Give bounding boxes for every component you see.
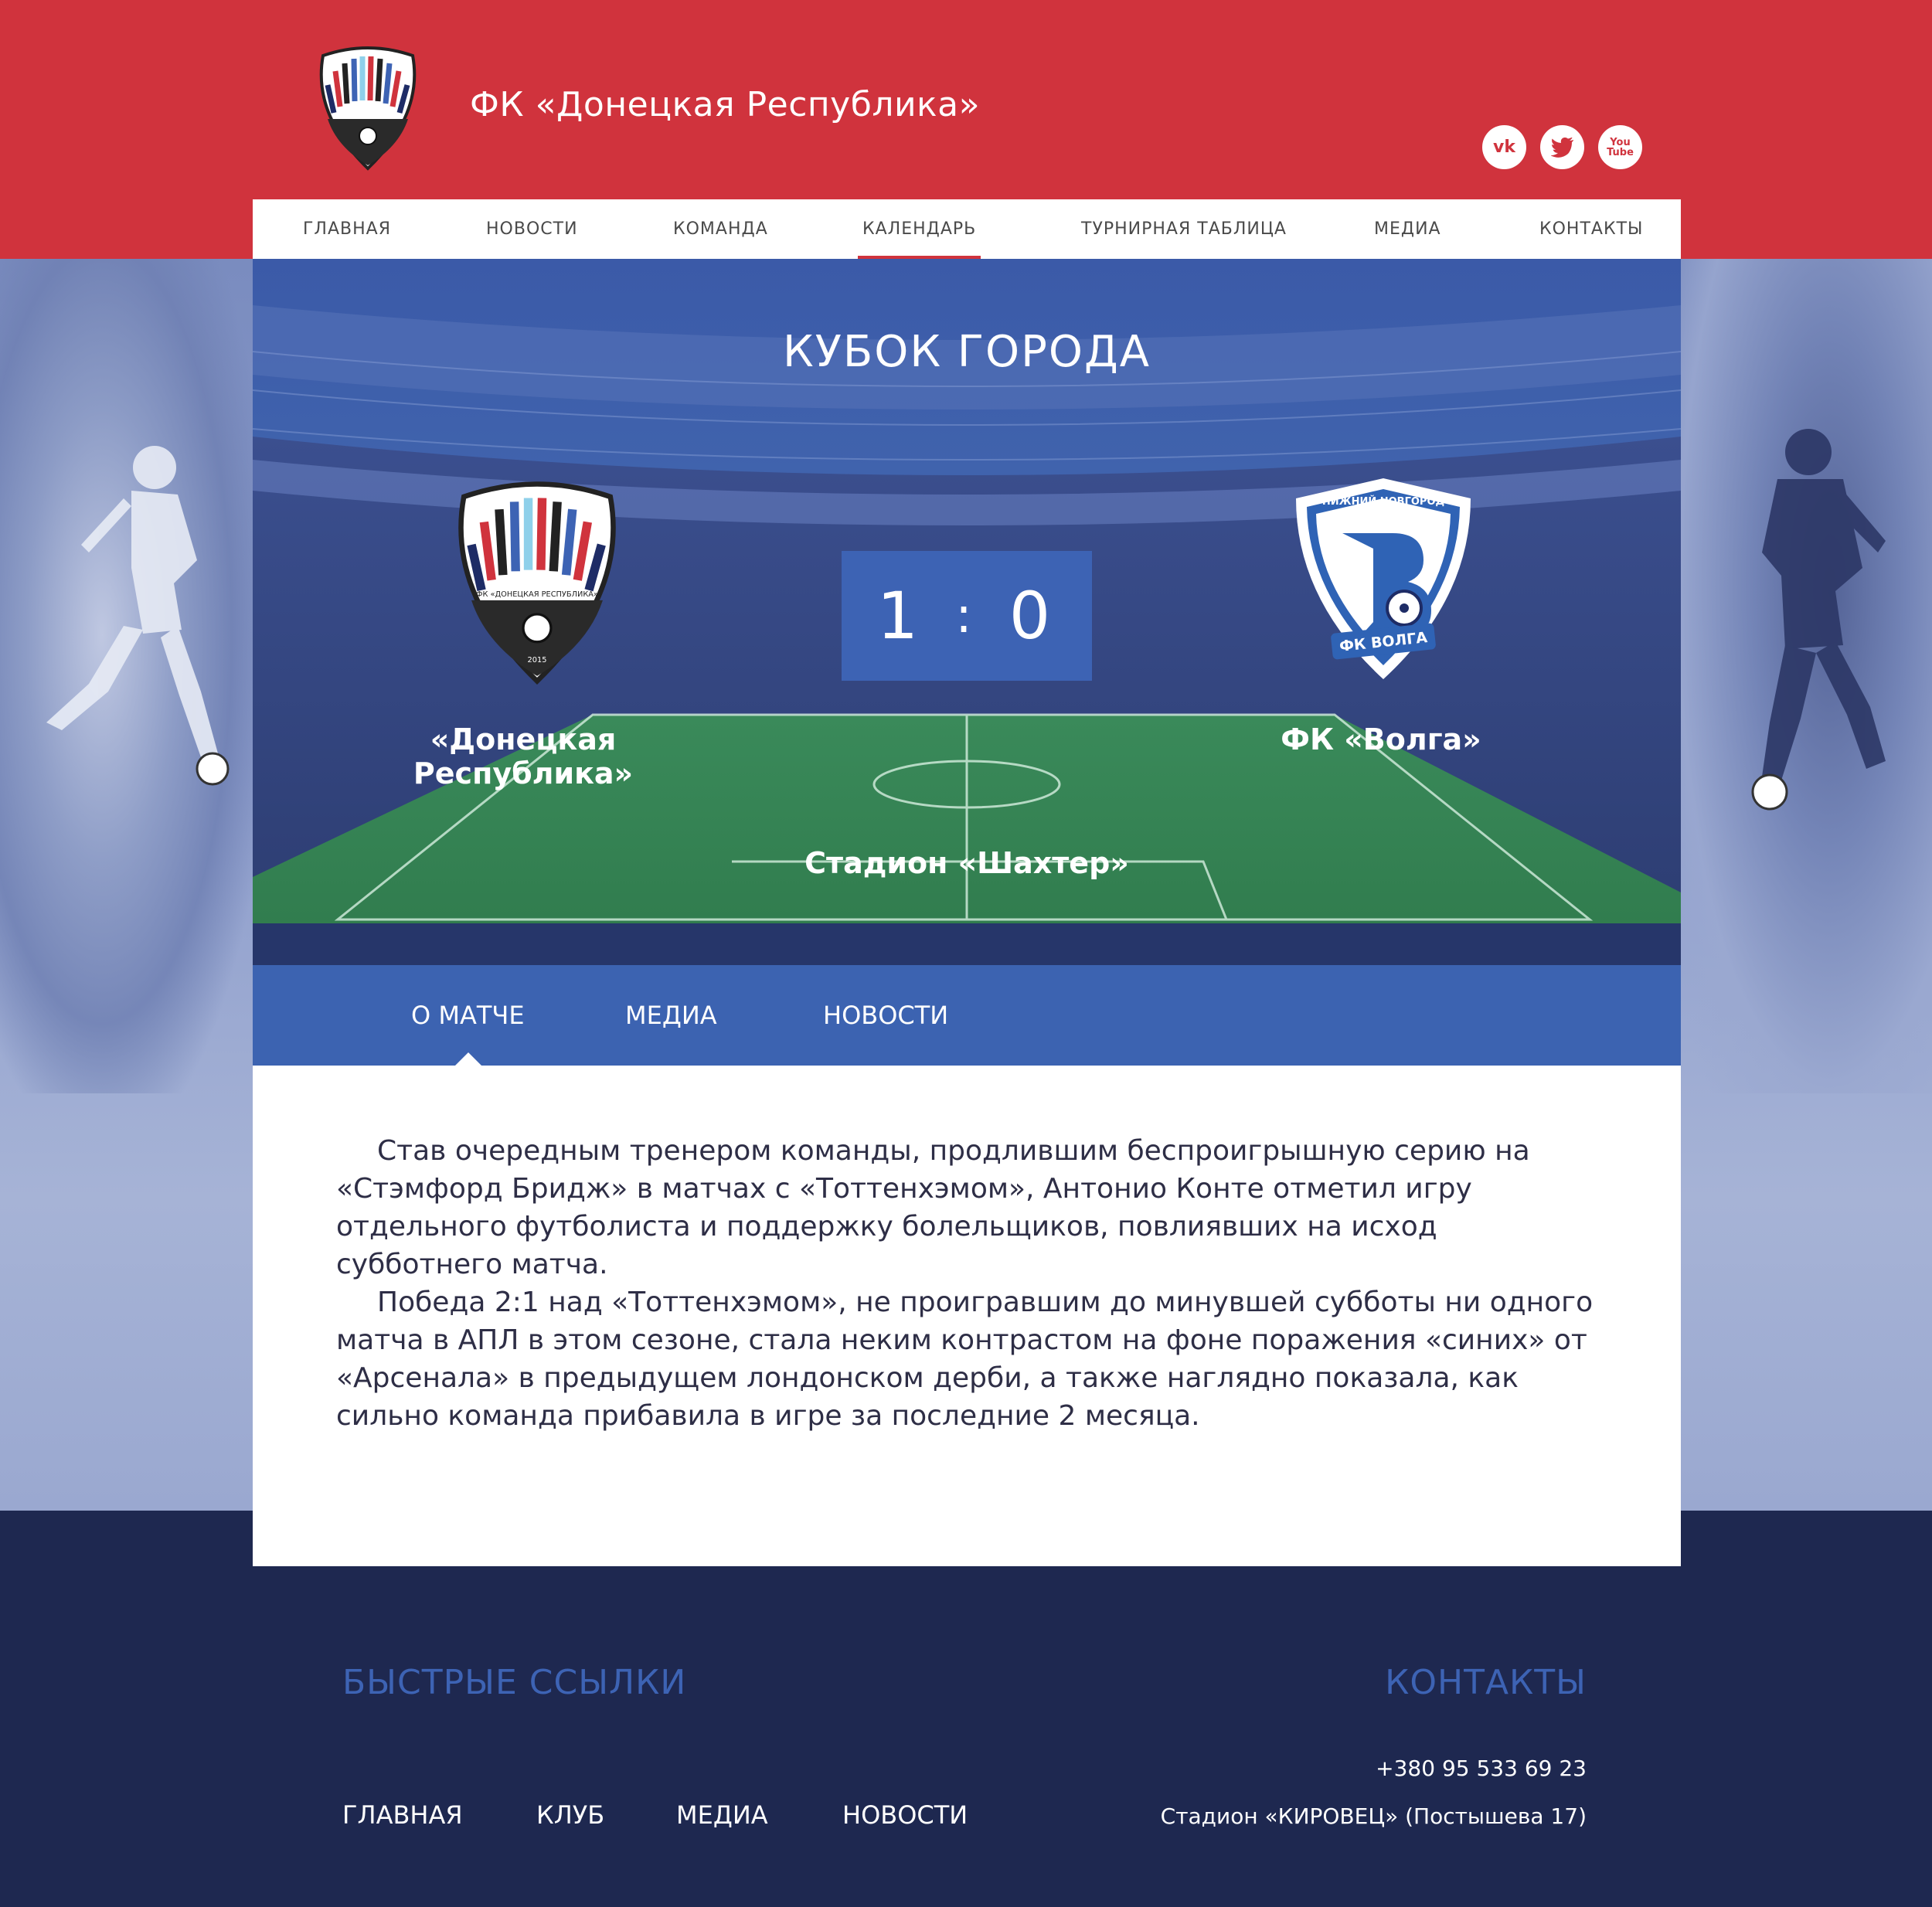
- nav-item-team[interactable]: КОМАНДА: [673, 199, 768, 259]
- away-team-logo[interactable]: НИЖНИЙ НОВГОРОД ФК ВОЛГА: [1288, 475, 1478, 682]
- match-tabs: О МАТЧЕ МЕДИА НОВОСТИ: [253, 965, 1681, 1066]
- article-body: Став очередным тренером команды, продлив…: [336, 1132, 1610, 1435]
- tournament-title: КУБОК ГОРОДА: [782, 327, 1151, 377]
- away-logo-top-text: НИЖНИЙ НОВГОРОД: [1322, 495, 1444, 508]
- match-hero: КУБОК ГОРОДА ФК «ДОНЕЦКАЯ РЕСПУБЛИКА» 20…: [253, 259, 1681, 965]
- footer-link-media[interactable]: МЕДИА: [676, 1800, 768, 1830]
- twitter-bird-icon: [1550, 137, 1573, 158]
- article-paragraph: Став очередным тренером команды, продлив…: [336, 1135, 1530, 1280]
- footer-link-news[interactable]: НОВОСТИ: [842, 1800, 968, 1830]
- home-logo-year: 2015: [528, 656, 547, 665]
- active-tab-indicator: [455, 1052, 481, 1066]
- footer-address: Стадион «КИРОВЕЦ» (Постышева 17): [1160, 1803, 1587, 1829]
- footer-link-club[interactable]: КЛУБ: [536, 1800, 604, 1830]
- tab-media[interactable]: МЕДИА: [625, 965, 717, 1066]
- score-box: 1 : 0: [842, 551, 1092, 681]
- home-logo-text: ФК «ДОНЕЦКАЯ РЕСПУБЛИКА»: [476, 590, 598, 599]
- club-logo[interactable]: [315, 45, 420, 172]
- site-title: ФК «Донецкая Республика»: [470, 85, 981, 124]
- tab-news[interactable]: НОВОСТИ: [823, 965, 948, 1066]
- stadium-name: Стадион «Шахтер»: [804, 846, 1129, 880]
- away-team-name[interactable]: ФК «Волга»: [1226, 722, 1536, 756]
- quick-links-heading: БЫСТРЫЕ ССЫЛКИ: [342, 1663, 687, 1702]
- home-score: 1: [876, 578, 925, 654]
- social-links: vk You Tube: [1482, 125, 1642, 169]
- nav-item-standings[interactable]: ТУРНИРНАЯ ТАБЛИЦА: [1081, 199, 1287, 259]
- home-team-name[interactable]: «Донецкая Республика»: [322, 722, 724, 790]
- footer-link-home[interactable]: ГЛАВНАЯ: [342, 1800, 463, 1830]
- twitter-icon[interactable]: [1540, 125, 1584, 169]
- away-score: 0: [1009, 578, 1057, 654]
- main-nav: ГЛАВНАЯ НОВОСТИ КОМАНДА КАЛЕНДАРЬ ТУРНИР…: [253, 199, 1681, 259]
- tab-about-match[interactable]: О МАТЧЕ: [411, 965, 525, 1066]
- player-left-image: [46, 446, 230, 786]
- home-team-logo[interactable]: ФК «ДОНЕЦКАЯ РЕСПУБЛИКА» 2015: [447, 479, 627, 686]
- footer-band: [0, 1511, 1932, 1907]
- nav-item-home[interactable]: ГЛАВНАЯ: [303, 199, 391, 259]
- contacts-heading: КОНТАКТЫ: [1385, 1663, 1587, 1702]
- score-separator: :: [955, 587, 978, 644]
- vk-icon[interactable]: vk: [1482, 125, 1526, 169]
- nav-item-contacts[interactable]: КОНТАКТЫ: [1539, 199, 1643, 259]
- match-article: Став очередным тренером команды, продлив…: [253, 1066, 1681, 1566]
- footer-phone[interactable]: +380 95 533 69 23: [1376, 1756, 1587, 1781]
- youtube-icon[interactable]: You Tube: [1598, 125, 1642, 169]
- nav-item-media[interactable]: МЕДИА: [1374, 199, 1441, 259]
- player-right-image: [1751, 429, 1886, 811]
- article-paragraph: Победа 2:1 над «Тоттенхэмом», не проигра…: [336, 1287, 1594, 1432]
- nav-item-calendar[interactable]: КАЛЕНДАРЬ: [857, 199, 981, 259]
- nav-item-news[interactable]: НОВОСТИ: [486, 199, 578, 259]
